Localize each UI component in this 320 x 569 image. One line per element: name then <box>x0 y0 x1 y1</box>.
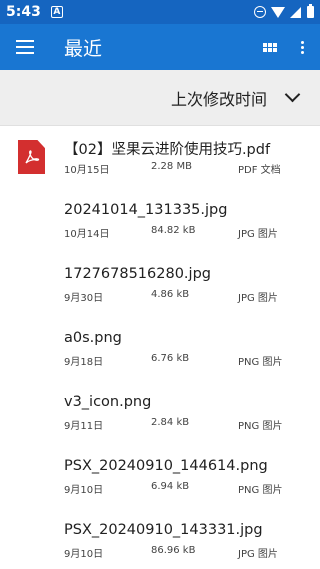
sort-label[interactable]: 上次修改时间 <box>171 86 267 110</box>
file-type: PNG 图片 <box>238 421 283 432</box>
file-name: 20241014_131335.jpg <box>64 202 228 218</box>
file-type: JPG 图片 <box>238 549 278 560</box>
file-size: 2.84 kB <box>151 417 190 428</box>
file-row[interactable]: PSX_20240910_144614.png 9月10日 6.94 kB PN… <box>0 446 320 510</box>
menu-icon[interactable] <box>16 40 34 54</box>
signal-icon <box>290 6 301 18</box>
more-options-icon[interactable] <box>301 40 304 54</box>
app-bar: 最近 <box>0 24 320 70</box>
file-size: 4.86 kB <box>151 289 190 300</box>
file-date: 9月10日 <box>64 485 104 496</box>
file-row[interactable]: 1727678516280.jpg 9月30日 4.86 kB JPG 图片 <box>0 254 320 318</box>
file-date: 10月15日 <box>64 165 110 176</box>
wifi-icon <box>271 6 285 18</box>
notification-icon: A <box>50 6 63 18</box>
grid-view-icon[interactable] <box>263 42 277 52</box>
file-date: 10月14日 <box>64 229 110 240</box>
file-type: PNG 图片 <box>238 485 283 496</box>
file-row[interactable]: a0s.png 9月18日 6.76 kB PNG 图片 <box>0 318 320 382</box>
file-size: 6.94 kB <box>151 481 190 492</box>
file-date: 9月11日 <box>64 421 104 432</box>
chevron-down-icon[interactable] <box>284 86 301 103</box>
file-size: 86.96 kB <box>151 545 196 556</box>
file-name: a0s.png <box>64 330 122 346</box>
file-size: 2.28 MB <box>151 161 192 172</box>
pdf-icon <box>18 140 45 174</box>
file-name: PSX_20240910_144614.png <box>64 458 268 474</box>
file-row[interactable]: v3_icon.png 9月11日 2.84 kB PNG 图片 <box>0 382 320 446</box>
file-type: PDF 文档 <box>238 165 281 176</box>
file-type: PNG 图片 <box>238 357 283 368</box>
page-title: 最近 <box>64 37 103 60</box>
file-name: v3_icon.png <box>64 394 152 410</box>
file-size: 84.82 kB <box>151 225 196 236</box>
sort-bar[interactable]: 上次修改时间 <box>0 70 320 126</box>
file-date: 9月18日 <box>64 357 104 368</box>
status-icons <box>254 4 314 18</box>
file-row[interactable]: 20241014_131335.jpg 10月14日 84.82 kB JPG … <box>0 190 320 254</box>
file-name: 1727678516280.jpg <box>64 266 211 282</box>
do-not-disturb-icon <box>254 6 266 18</box>
file-name: PSX_20240910_143331.jpg <box>64 522 263 538</box>
battery-icon <box>307 4 314 18</box>
file-type: JPG 图片 <box>238 293 278 304</box>
file-row[interactable]: PSX_20240910_143331.jpg 9月10日 86.96 kB J… <box>0 510 320 569</box>
file-size: 6.76 kB <box>151 353 190 364</box>
file-date: 9月10日 <box>64 549 104 560</box>
file-date: 9月30日 <box>64 293 104 304</box>
file-row[interactable]: 【02】坚果云进阶使用技巧.pdf 10月15日 2.28 MB PDF 文档 <box>0 126 320 190</box>
status-time: 5:43 <box>6 4 41 20</box>
status-bar: 5:43 A <box>0 0 320 24</box>
file-name: 【02】坚果云进阶使用技巧.pdf <box>64 142 271 158</box>
file-type: JPG 图片 <box>238 229 278 240</box>
